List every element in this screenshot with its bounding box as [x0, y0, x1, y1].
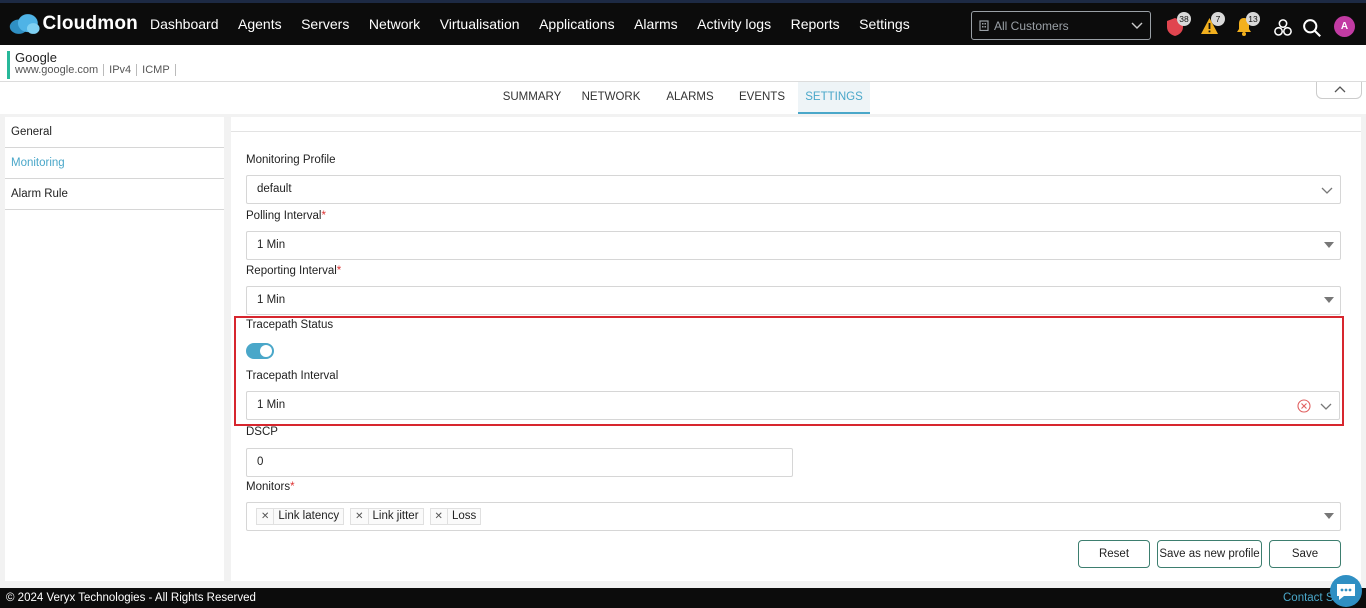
nav-virtualisation[interactable]: Virtualisation: [440, 16, 520, 32]
monitors-label: Monitors*: [246, 481, 295, 493]
tracepath-status-toggle[interactable]: [246, 343, 274, 359]
tab-settings[interactable]: SETTINGS: [798, 82, 870, 114]
reset-button[interactable]: Reset: [1078, 540, 1150, 568]
polling-interval-select[interactable]: 1 Min: [246, 231, 1341, 260]
main-nav: Dashboard Agents Servers Network Virtual…: [150, 16, 929, 32]
chat-button[interactable]: [1330, 575, 1362, 607]
monitoring-profile-label: Monitoring Profile: [246, 154, 336, 166]
polling-interval-label-text: Polling Interval: [246, 210, 322, 222]
chip-label: Link latency: [278, 510, 340, 522]
monitoring-profile-value: default: [257, 183, 292, 195]
caret-down-icon: [1324, 513, 1334, 519]
polling-interval-label: Polling Interval*: [246, 210, 326, 222]
security-alerts-button[interactable]: 38: [1166, 12, 1191, 37]
monitor-chip-loss: ✕ Loss: [429, 508, 482, 525]
device-accent-bar: [7, 51, 10, 79]
tab-events[interactable]: EVENTS: [732, 82, 792, 114]
monitor-chip-link-latency: ✕ Link latency: [256, 508, 345, 525]
reporting-interval-select[interactable]: 1 Min: [246, 286, 1341, 315]
security-badge: 38: [1177, 12, 1191, 26]
polling-interval-value: 1 Min: [257, 239, 286, 251]
clear-icon[interactable]: [1297, 399, 1311, 413]
required-mark: *: [336, 265, 342, 277]
building-icon: [979, 20, 989, 31]
tab-alarms[interactable]: ALARMS: [660, 82, 720, 114]
collapse-header-button[interactable]: [1316, 82, 1362, 99]
sidebar-item-general[interactable]: General: [5, 117, 224, 148]
logo[interactable]: Cloudmon: [8, 12, 138, 36]
chevron-down-icon: [1131, 22, 1143, 29]
notifications-badge: 13: [1246, 12, 1260, 26]
reporting-interval-label: Reporting Interval*: [246, 265, 341, 277]
sidebar-item-monitoring[interactable]: Monitoring: [5, 148, 224, 179]
footer-copyright: © 2024 Veryx Technologies - All Rights R…: [6, 592, 256, 604]
caret-down-icon: [1324, 297, 1334, 303]
save-as-new-profile-button[interactable]: Save as new profile: [1157, 540, 1262, 568]
tab-bar: SUMMARY NETWORK QOS ALARMS EVENTS SETTIN…: [0, 82, 1366, 133]
monitors-label-text: Monitors: [246, 481, 291, 493]
caret-down-icon: [1324, 242, 1334, 248]
monitoring-settings-panel: Monitoring Profile default Polling Inter…: [231, 117, 1361, 581]
chevron-down-icon: [1321, 187, 1333, 194]
device-meta: www.google.com IPv4 ICMP: [15, 64, 176, 76]
required-mark: *: [290, 481, 295, 493]
save-button[interactable]: Save: [1269, 540, 1341, 568]
warnings-badge: 7: [1211, 12, 1225, 26]
nav-network[interactable]: Network: [369, 16, 420, 32]
cloud-logo-icon: [9, 14, 40, 34]
monitors-multiselect[interactable]: ✕ Link latency ✕ Link jitter ✕ Loss: [246, 502, 1341, 531]
tracepath-interval-select[interactable]: 1 Min: [246, 391, 1340, 420]
nav-applications[interactable]: Applications: [539, 16, 615, 32]
tracepath-status-label: Tracepath Status: [246, 319, 334, 331]
top-navbar: Cloudmon Dashboard Agents Servers Networ…: [0, 0, 1366, 45]
nav-dashboard[interactable]: Dashboard: [150, 16, 219, 32]
reporting-interval-label-text: Reporting Interval: [246, 265, 337, 277]
tab-summary[interactable]: SUMMARY: [501, 82, 563, 114]
nav-agents[interactable]: Agents: [238, 16, 282, 32]
device-ip-version: IPv4: [104, 64, 138, 76]
remove-chip-icon[interactable]: ✕: [257, 509, 275, 524]
notifications-button[interactable]: 13: [1235, 12, 1260, 37]
dscp-input[interactable]: 0: [246, 448, 793, 477]
required-mark: *: [321, 210, 326, 222]
reporting-interval-value: 1 Min: [257, 294, 286, 306]
avatar[interactable]: A: [1334, 16, 1355, 37]
chevron-up-icon: [1334, 86, 1346, 93]
nav-alarms[interactable]: Alarms: [634, 16, 678, 32]
device-host: www.google.com: [15, 64, 105, 76]
device-protocol: ICMP: [137, 64, 176, 76]
dscp-label: DSCP: [246, 426, 278, 438]
footer: © 2024 Veryx Technologies - All Rights R…: [0, 588, 1366, 608]
tracepath-interval-label: Tracepath Interval: [246, 370, 339, 382]
warnings-button[interactable]: 7: [1200, 12, 1225, 37]
monitor-chip-link-jitter: ✕ Link jitter: [350, 508, 424, 525]
monitors-chips: ✕ Link latency ✕ Link jitter ✕ Loss: [256, 503, 1340, 530]
nav-settings[interactable]: Settings: [859, 16, 910, 32]
chat-icon: [1337, 584, 1355, 600]
panel-divider: [231, 131, 1361, 132]
chevron-down-icon: [1320, 403, 1332, 410]
settings-sidebar: General Monitoring Alarm Rule: [5, 117, 224, 581]
remove-chip-icon[interactable]: ✕: [351, 509, 369, 524]
device-name: Google: [15, 50, 57, 65]
nav-activity-logs[interactable]: Activity logs: [697, 16, 771, 32]
device-header: Google www.google.com IPv4 ICMP: [0, 45, 1366, 82]
remove-chip-icon[interactable]: ✕: [431, 509, 448, 524]
sidebar-item-alarm-rule[interactable]: Alarm Rule: [5, 179, 224, 210]
customer-select-value: All Customers: [994, 18, 1069, 33]
chip-label: Loss: [451, 510, 477, 522]
integrations-icon[interactable]: [1273, 18, 1293, 38]
search-icon[interactable]: [1302, 18, 1322, 38]
monitoring-profile-select[interactable]: default: [246, 175, 1341, 204]
nav-reports[interactable]: Reports: [791, 16, 840, 32]
customer-select[interactable]: All Customers: [971, 11, 1151, 40]
toggle-knob: [260, 345, 272, 357]
tracepath-interval-value: 1 Min: [257, 399, 286, 411]
tab-network-qos[interactable]: NETWORK QOS: [569, 82, 653, 133]
logo-text: Cloudmon: [42, 13, 138, 34]
nav-servers[interactable]: Servers: [301, 16, 349, 32]
chip-label: Link jitter: [372, 510, 419, 522]
